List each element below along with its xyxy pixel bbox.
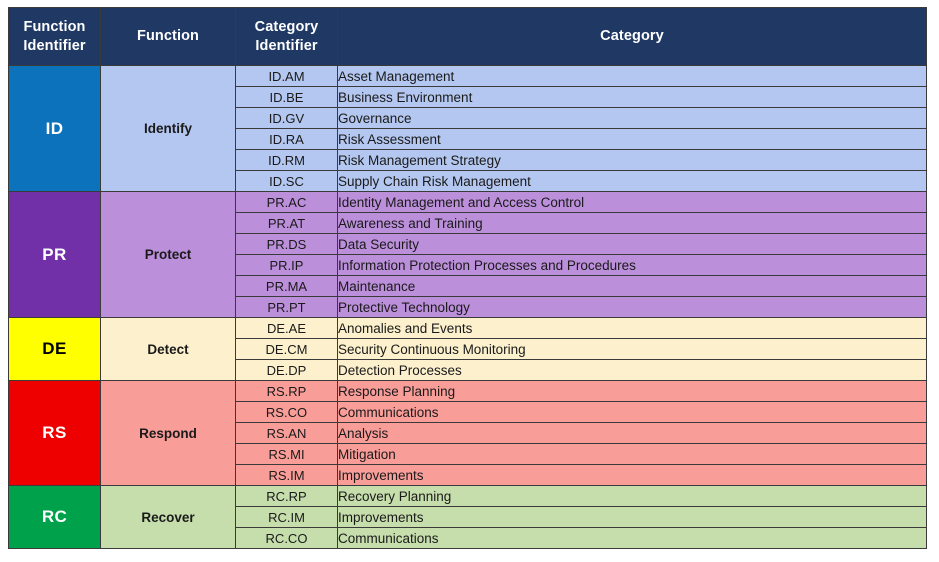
table-header: Function Identifier Function Category Id… <box>8 7 927 66</box>
category-name-cell: Risk Management Strategy <box>337 149 927 171</box>
category-identifier-cell: PR.MA <box>235 275 338 297</box>
category-name-cell: Security Continuous Monitoring <box>337 338 927 360</box>
category-name-cell: Response Planning <box>337 380 927 402</box>
function-name-cell-de: Detect <box>100 317 236 381</box>
category-identifier-cell: RS.AN <box>235 422 338 444</box>
category-name-cell: Maintenance <box>337 275 927 297</box>
table-row: RS Respond RS.RP Response Planning <box>8 380 927 486</box>
function-name-cell-pr: Protect <box>100 191 236 318</box>
function-name-cell-rs: Respond <box>100 380 236 486</box>
function-identifier-cell-pr: PR <box>8 191 101 318</box>
function-identifier-cell-rs: RS <box>8 380 101 486</box>
function-name-cell-id: Identify <box>100 65 236 192</box>
category-name-cell: Supply Chain Risk Management <box>337 170 927 192</box>
category-name-cell: Communications <box>337 401 927 423</box>
category-identifier-cell: RC.IM <box>235 506 338 528</box>
category-identifier-cell: RC.RP <box>235 485 338 507</box>
function-identifier-cell-rc: RC <box>8 485 101 549</box>
category-identifier-cell: RS.RP <box>235 380 338 402</box>
category-identifier-cell: PR.AT <box>235 212 338 234</box>
column-header-function-identifier: Function Identifier <box>8 7 101 66</box>
function-identifier-cell-id: ID <box>8 65 101 192</box>
category-identifier-cell: ID.RM <box>235 149 338 171</box>
column-header-function-identifier-line1: Function <box>23 19 86 36</box>
column-header-category-identifier-line1: Category <box>254 19 319 36</box>
category-identifier-cell: DE.DP <box>235 359 338 381</box>
category-identifier-cell: ID.SC <box>235 170 338 192</box>
category-name-cell: Anomalies and Events <box>337 317 927 339</box>
category-identifier-cell: PR.IP <box>235 254 338 276</box>
category-identifier-cell: DE.CM <box>235 338 338 360</box>
category-name-cell: Risk Assessment <box>337 128 927 150</box>
category-identifier-cell: PR.DS <box>235 233 338 255</box>
category-identifier-cell: ID.GV <box>235 107 338 129</box>
column-header-function-identifier-line2: Identifier <box>23 37 86 54</box>
category-identifier-cell: ID.RA <box>235 128 338 150</box>
table-row: ID Identify ID.AM Asset Management <box>8 65 927 192</box>
category-identifier-cell: PR.PT <box>235 296 338 318</box>
category-identifier-cell: ID.AM <box>235 65 338 87</box>
category-name-cell: Governance <box>337 107 927 129</box>
column-header-function: Function <box>100 7 236 66</box>
category-name-cell: Business Environment <box>337 86 927 108</box>
category-identifier-cell: RC.CO <box>235 527 338 549</box>
framework-table-container: Function Identifier Function Category Id… <box>8 7 927 555</box>
column-header-category: Category <box>337 7 927 66</box>
column-header-category-identifier: Category Identifier <box>235 7 338 66</box>
category-name-cell: Recovery Planning <box>337 485 927 507</box>
category-identifier-cell: ID.BE <box>235 86 338 108</box>
category-name-cell: Detection Processes <box>337 359 927 381</box>
category-name-cell: Asset Management <box>337 65 927 87</box>
category-name-cell: Improvements <box>337 464 927 486</box>
category-identifier-cell: DE.AE <box>235 317 338 339</box>
nist-csf-function-category-table: Function Identifier Function Category Id… <box>8 7 927 549</box>
function-identifier-cell-de: DE <box>8 317 101 381</box>
category-identifier-cell: RS.CO <box>235 401 338 423</box>
table-row: PR Protect PR.AC Identity Management and Ac… <box>8 191 927 318</box>
table-header-row: Function Identifier Function Category Id… <box>8 7 927 66</box>
category-identifier-cell: RS.IM <box>235 464 338 486</box>
function-name-cell-rc: Recover <box>100 485 236 549</box>
category-identifier-cell: RS.MI <box>235 443 338 465</box>
table-body: ID Identify ID.AM Asset Management ID.BE Busi… <box>8 65 927 549</box>
column-header-category-identifier-line2: Identifier <box>255 37 318 54</box>
category-name-cell: Mitigation <box>337 443 927 465</box>
category-name-cell: Analysis <box>337 422 927 444</box>
category-name-cell: Identity Management and Access Control <box>337 191 927 213</box>
category-identifier-cell: PR.AC <box>235 191 338 213</box>
category-name-cell: Improvements <box>337 506 927 528</box>
category-name-cell: Protective Technology <box>337 296 927 318</box>
category-name-cell: Data Security <box>337 233 927 255</box>
category-name-cell: Information Protection Processes and Pro… <box>337 254 927 276</box>
table-row: RC Recover RC.RP Recovery Planning <box>8 485 927 549</box>
table-row: DE Detect DE.AE Anomalies and Events <box>8 317 927 381</box>
category-name-cell: Communications <box>337 527 927 549</box>
category-name-cell: Awareness and Training <box>337 212 927 234</box>
